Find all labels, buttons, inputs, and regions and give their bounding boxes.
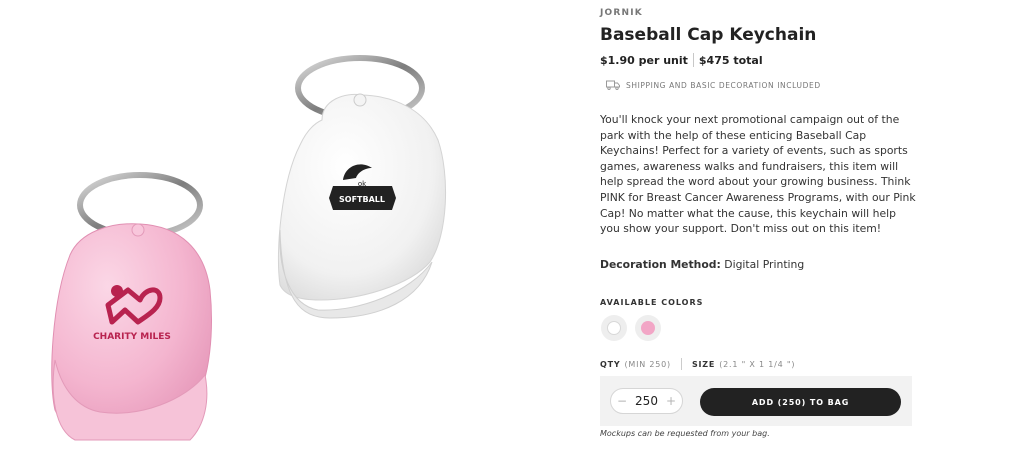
decoration-label: Decoration Method: [600, 258, 721, 271]
white-cap-button [353, 93, 367, 107]
brand-name: JORNIK [600, 8, 643, 18]
mockup-note: Mockups can be requested from your bag. [600, 429, 770, 438]
add-to-bag-button[interactable]: ADD (250) TO BAG [700, 388, 901, 416]
product-image[interactable]: ok SOFTBALL CHARITY MILES [0, 0, 590, 449]
swatch-color [607, 321, 621, 335]
product-description: You'll knock your next promotional campa… [600, 113, 916, 236]
quantity-size-row: QTY (MIN 250) SIZE (2.1 " X 1 1/4 ") [600, 358, 795, 370]
buy-box: − 250 + ADD (250) TO BAG [600, 376, 912, 426]
color-swatch-pink[interactable] [635, 315, 661, 341]
white-cap-keychain: ok SOFTBALL [277, 55, 447, 319]
product-title: Baseball Cap Keychain [600, 25, 817, 45]
shipping-text: SHIPPING AND BASIC DECORATION INCLUDED [626, 80, 821, 90]
size-value: (2.1 " X 1 1/4 ") [719, 359, 796, 369]
price-divider [692, 53, 694, 67]
price-row: $1.90 per unit $475 total [600, 53, 763, 67]
shipping-note: SHIPPING AND BASIC DECORATION INCLUDED [606, 80, 821, 90]
color-swatch-white[interactable] [601, 315, 627, 341]
white-cap-print: SOFTBALL [339, 195, 385, 204]
qty-label: QTY [600, 359, 621, 369]
swatch-color [641, 321, 655, 335]
product-detail-panel: JORNIK Baseball Cap Keychain $1.90 per u… [600, 0, 920, 449]
pink-cap-button [131, 223, 145, 237]
size-label: SIZE [691, 359, 716, 369]
qty-size-divider [680, 358, 682, 370]
decoration-method: Decoration Method: Digital Printing [600, 258, 804, 271]
decrement-button[interactable]: − [617, 394, 627, 408]
qty-min-note: (MIN 250) [624, 359, 671, 369]
unit-price: $1.90 per unit [600, 53, 688, 67]
truck-icon [606, 80, 620, 90]
quantity-value[interactable]: 250 [635, 394, 658, 408]
pink-cap-keychain: CHARITY MILES [51, 172, 212, 441]
decoration-value: Digital Printing [724, 258, 805, 271]
quantity-stepper: − 250 + [610, 388, 683, 414]
total-price: $475 total [698, 53, 763, 67]
pink-cap-print: CHARITY MILES [93, 332, 171, 342]
available-colors-label: AVAILABLE COLORS [600, 298, 704, 307]
product-gallery: ok SOFTBALL CHARITY MILES [0, 0, 590, 449]
increment-button[interactable]: + [666, 394, 676, 408]
